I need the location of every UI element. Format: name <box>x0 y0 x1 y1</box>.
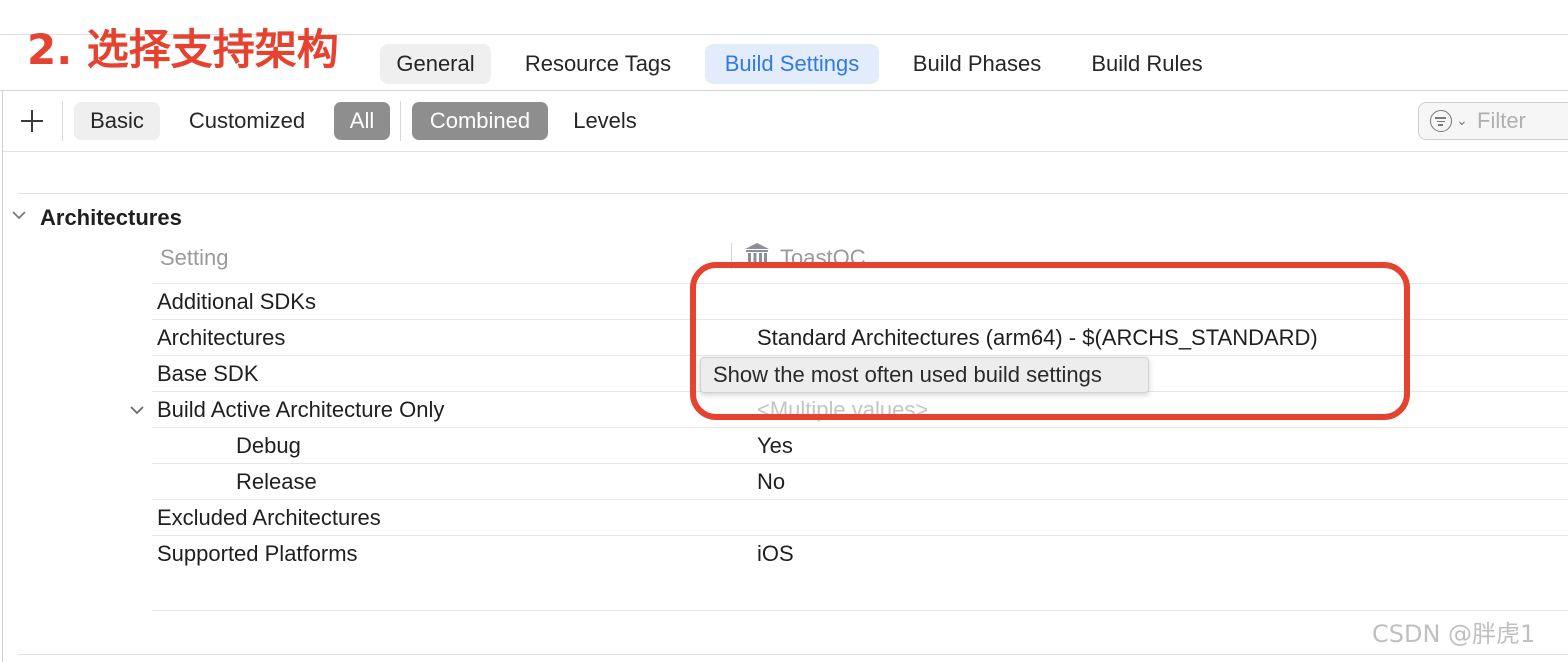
plus-icon[interactable] <box>17 106 47 136</box>
setting-name-build-active-architecture-only[interactable]: Build Active Architecture Only <box>157 397 444 423</box>
filter-icon[interactable] <box>1430 110 1452 132</box>
section-divider <box>18 193 1568 194</box>
section-bottom-divider <box>18 654 1568 655</box>
setting-name-base-sdk[interactable]: Base SDK <box>157 361 259 387</box>
setting-name-excluded-architectures[interactable]: Excluded Architectures <box>157 505 381 531</box>
setting-name-additional-sdks[interactable]: Additional SDKs <box>157 289 316 315</box>
tab-resource-tags[interactable]: Resource Tags <box>506 44 690 84</box>
chevron-down-icon[interactable]: ⌄ <box>1456 112 1468 129</box>
setting-name-supported-platforms[interactable]: Supported Platforms <box>157 541 358 567</box>
tab-build-rules[interactable]: Build Rules <box>1074 44 1220 84</box>
tab-general[interactable]: General <box>380 44 491 84</box>
row-divider <box>152 463 1568 464</box>
segment-basic[interactable]: Basic <box>74 102 160 140</box>
section-title: Architectures <box>40 205 182 230</box>
watermark: CSDN @胖虎1 <box>1372 620 1536 648</box>
chevron-down-icon[interactable] <box>11 207 27 223</box>
toolbar-divider <box>3 151 1568 152</box>
setting-name-debug[interactable]: Debug <box>236 433 301 459</box>
segment-combined[interactable]: Combined <box>412 102 548 140</box>
xcode-build-settings-page: General Resource Tags Build Settings Bui… <box>0 0 1568 662</box>
row-divider <box>152 427 1568 428</box>
segment-all[interactable]: All <box>334 102 390 140</box>
row-divider <box>152 499 1568 500</box>
chevron-down-icon[interactable] <box>129 402 145 418</box>
column-header-setting[interactable]: Setting <box>160 245 229 271</box>
row-divider <box>152 535 1568 536</box>
segment-customized[interactable]: Customized <box>172 102 322 140</box>
tab-build-phases[interactable]: Build Phases <box>895 44 1059 84</box>
setting-name-release[interactable]: Release <box>236 469 317 495</box>
row-divider <box>152 610 1568 611</box>
setting-value-supported-platforms[interactable]: iOS <box>757 541 794 567</box>
annotation-highlight-box <box>690 262 1410 420</box>
left-edge-divider <box>2 91 3 662</box>
setting-name-architectures[interactable]: Architectures <box>157 325 285 351</box>
annotation-title: 2. 选择支持架构 <box>27 25 339 74</box>
filter-field[interactable]: ⌄ Filter <box>1418 102 1568 140</box>
segment-levels[interactable]: Levels <box>560 102 650 140</box>
toolbar-separator <box>62 101 63 141</box>
filter-placeholder: Filter <box>1477 108 1526 133</box>
tab-build-settings[interactable]: Build Settings <box>705 44 879 84</box>
tab-bar-divider <box>0 90 1568 91</box>
toolbar-separator <box>400 101 401 141</box>
setting-value-release[interactable]: No <box>757 469 785 495</box>
setting-value-debug[interactable]: Yes <box>757 433 793 459</box>
